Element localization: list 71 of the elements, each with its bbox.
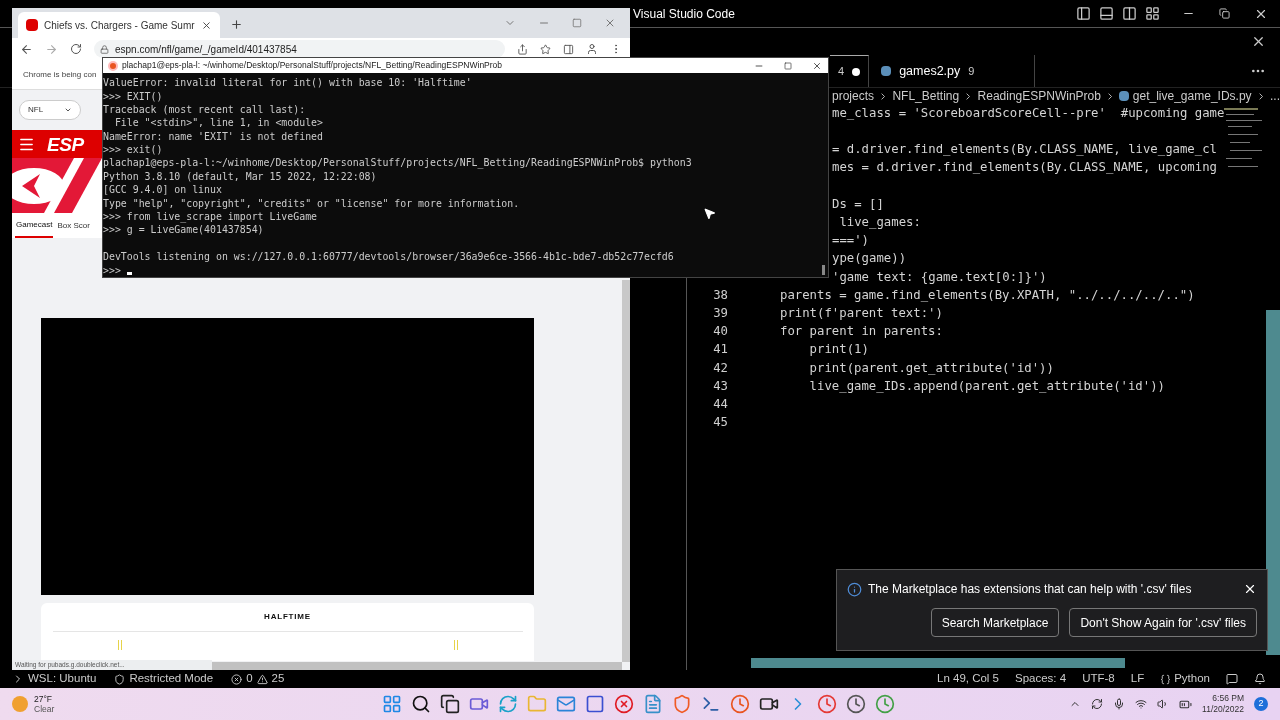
warning-count[interactable]: 25 (271, 670, 285, 688)
terminal-line: >>> EXIT() (103, 90, 163, 102)
breadcrumb[interactable]: NFL_Betting (892, 87, 960, 105)
code-line: = d.driver.find_elements(By.CLASS_NAME, live_game_cl (832, 141, 1217, 159)
terminal-prompt: >>> (103, 263, 121, 277)
terminal-line: Type "help", "copyright", "credits" or "license" for more information. (103, 197, 520, 209)
line-number: 38 (712, 286, 728, 304)
status-item[interactable]: UTF-8 (1082, 670, 1115, 688)
terminal-line: NameError: name 'EXIT' is not defined (103, 130, 323, 142)
remote-status[interactable]: WSL: Ubuntu (28, 670, 97, 688)
status-item[interactable]: Ln 49, Col 5 (937, 670, 999, 688)
code-line: ===') (832, 232, 870, 250)
code-line: 'game text: {game.text[0:]}') (832, 268, 1047, 286)
tab-title: Chiefs vs. Chargers - Game Sumr (44, 18, 195, 33)
code-line: parents = game.find_elements(By.XPATH, "../../../../..") (780, 286, 1195, 304)
code-line: mes = d.driver.find_elements(By.CLASS_NAME, upcoming (832, 159, 1217, 177)
breadcrumb[interactable]: ReadingESPNWinProb (977, 87, 1101, 105)
page-tab[interactable]: Box Scor (56, 213, 91, 238)
notification-message: The Marketplace has extensions that can help with '.csv' files (868, 581, 1193, 598)
notification-badge[interactable]: 2 (1254, 697, 1268, 711)
terminal-line: >>> from live_scrape import LiveGame (103, 211, 318, 223)
line-number: 41 (712, 341, 728, 359)
url-text: espn.com/nfl/game/_/gameId/401437854 (115, 42, 297, 57)
breadcrumb[interactable]: get_live_game_IDs.py (1132, 87, 1252, 105)
code-line: ype(game)) (832, 250, 907, 268)
notification-button[interactable]: Search Marketplace (930, 608, 1060, 637)
clock-date[interactable]: 11/20/2022 (1202, 704, 1244, 715)
code-line: me_class = 'ScoreboardScoreCell--pre' #upcoming game (832, 104, 1225, 122)
terminal-line: ValueError: invalid literal for int() with base 10: 'Halftime' (103, 77, 472, 89)
address-bar[interactable]: espn.com/nfl/game/_/gameId/401437854 (94, 40, 505, 58)
terminal-line: Traceback (most recent call last): (103, 103, 306, 115)
line-number: 43 (712, 377, 728, 395)
terminal-line: >>> g = LiveGame(401437854) (103, 224, 264, 236)
line-number: 45 (712, 414, 728, 432)
mode-status[interactable]: Restricted Mode (129, 670, 214, 688)
language-status[interactable]: Python (1174, 670, 1210, 688)
line-number: 44 (712, 395, 728, 413)
info-bar-text: Chrome is being con (23, 68, 97, 81)
status-item[interactable]: Spaces: 4 (1015, 670, 1067, 688)
line-number: 42 (712, 359, 728, 377)
window-title: Visual Studio Code (633, 5, 735, 23)
site-logo: ESP (47, 134, 84, 154)
line-number: 39 (712, 304, 728, 322)
browser-tab[interactable]: Chiefs vs. Chargers - Game Sumr (18, 12, 220, 38)
terminal-line: >>> exit() (103, 144, 163, 156)
terminal-line: DevTools listening on ws://127.0.0.1:60777/devtools/browser/36a9e6ce-3566-4b1c-bde7-db52c77ecfd6 (103, 251, 674, 263)
terminal-line: File "<stdin>", line 1, in <module> (113, 117, 323, 129)
page-tab[interactable]: Gamecast (15, 213, 54, 238)
game-status: HALFTIME (264, 611, 311, 623)
weather-condition[interactable]: Clear (34, 704, 55, 714)
code-line: print(f'parent text:') (780, 304, 943, 322)
code-line: live_games: (838, 214, 921, 231)
code-line: live_game_IDs.append(parent.get_attribute('id')) (808, 377, 1165, 395)
notification-button[interactable]: Don't Show Again for '.csv' files (1069, 608, 1257, 637)
window-title: plachap1@eps-pla-l: ~/winhome/Desktop/PersonalStuff/projects/NFL_Betting/ReadingESPNWinProb (122, 59, 504, 72)
terminal-line: plachap1@eps-pla-l:~/winhome/Desktop/PersonalStuff/projects/NFL_Betting/ReadingESPNWinProb$ python3 (103, 157, 692, 169)
clock-time[interactable]: 6:56 PM (1212, 693, 1244, 704)
temperature[interactable]: 27°F (34, 694, 55, 704)
line-number: 40 (712, 323, 728, 341)
code-line: Ds = [] (832, 195, 884, 213)
status-item[interactable]: LF (1130, 670, 1145, 688)
code-line: print(parent.get_attribute('id')) (808, 359, 1054, 377)
terminal-line: [GCC 9.4.0] on linux (103, 184, 222, 196)
terminal-line: Python 3.8.10 (default, Mar 15 2022, 12:22:08) (103, 170, 377, 182)
error-count[interactable]: 0 (246, 670, 253, 688)
league-select[interactable]: NFL (19, 100, 81, 120)
editor-tab[interactable]: 4 (830, 55, 870, 87)
code-line: for parent in parents: (780, 323, 943, 341)
code-line: print(1) (808, 341, 869, 359)
breadcrumb[interactable]: projects (832, 87, 875, 105)
breadcrumb[interactable]: ... (1269, 87, 1280, 105)
